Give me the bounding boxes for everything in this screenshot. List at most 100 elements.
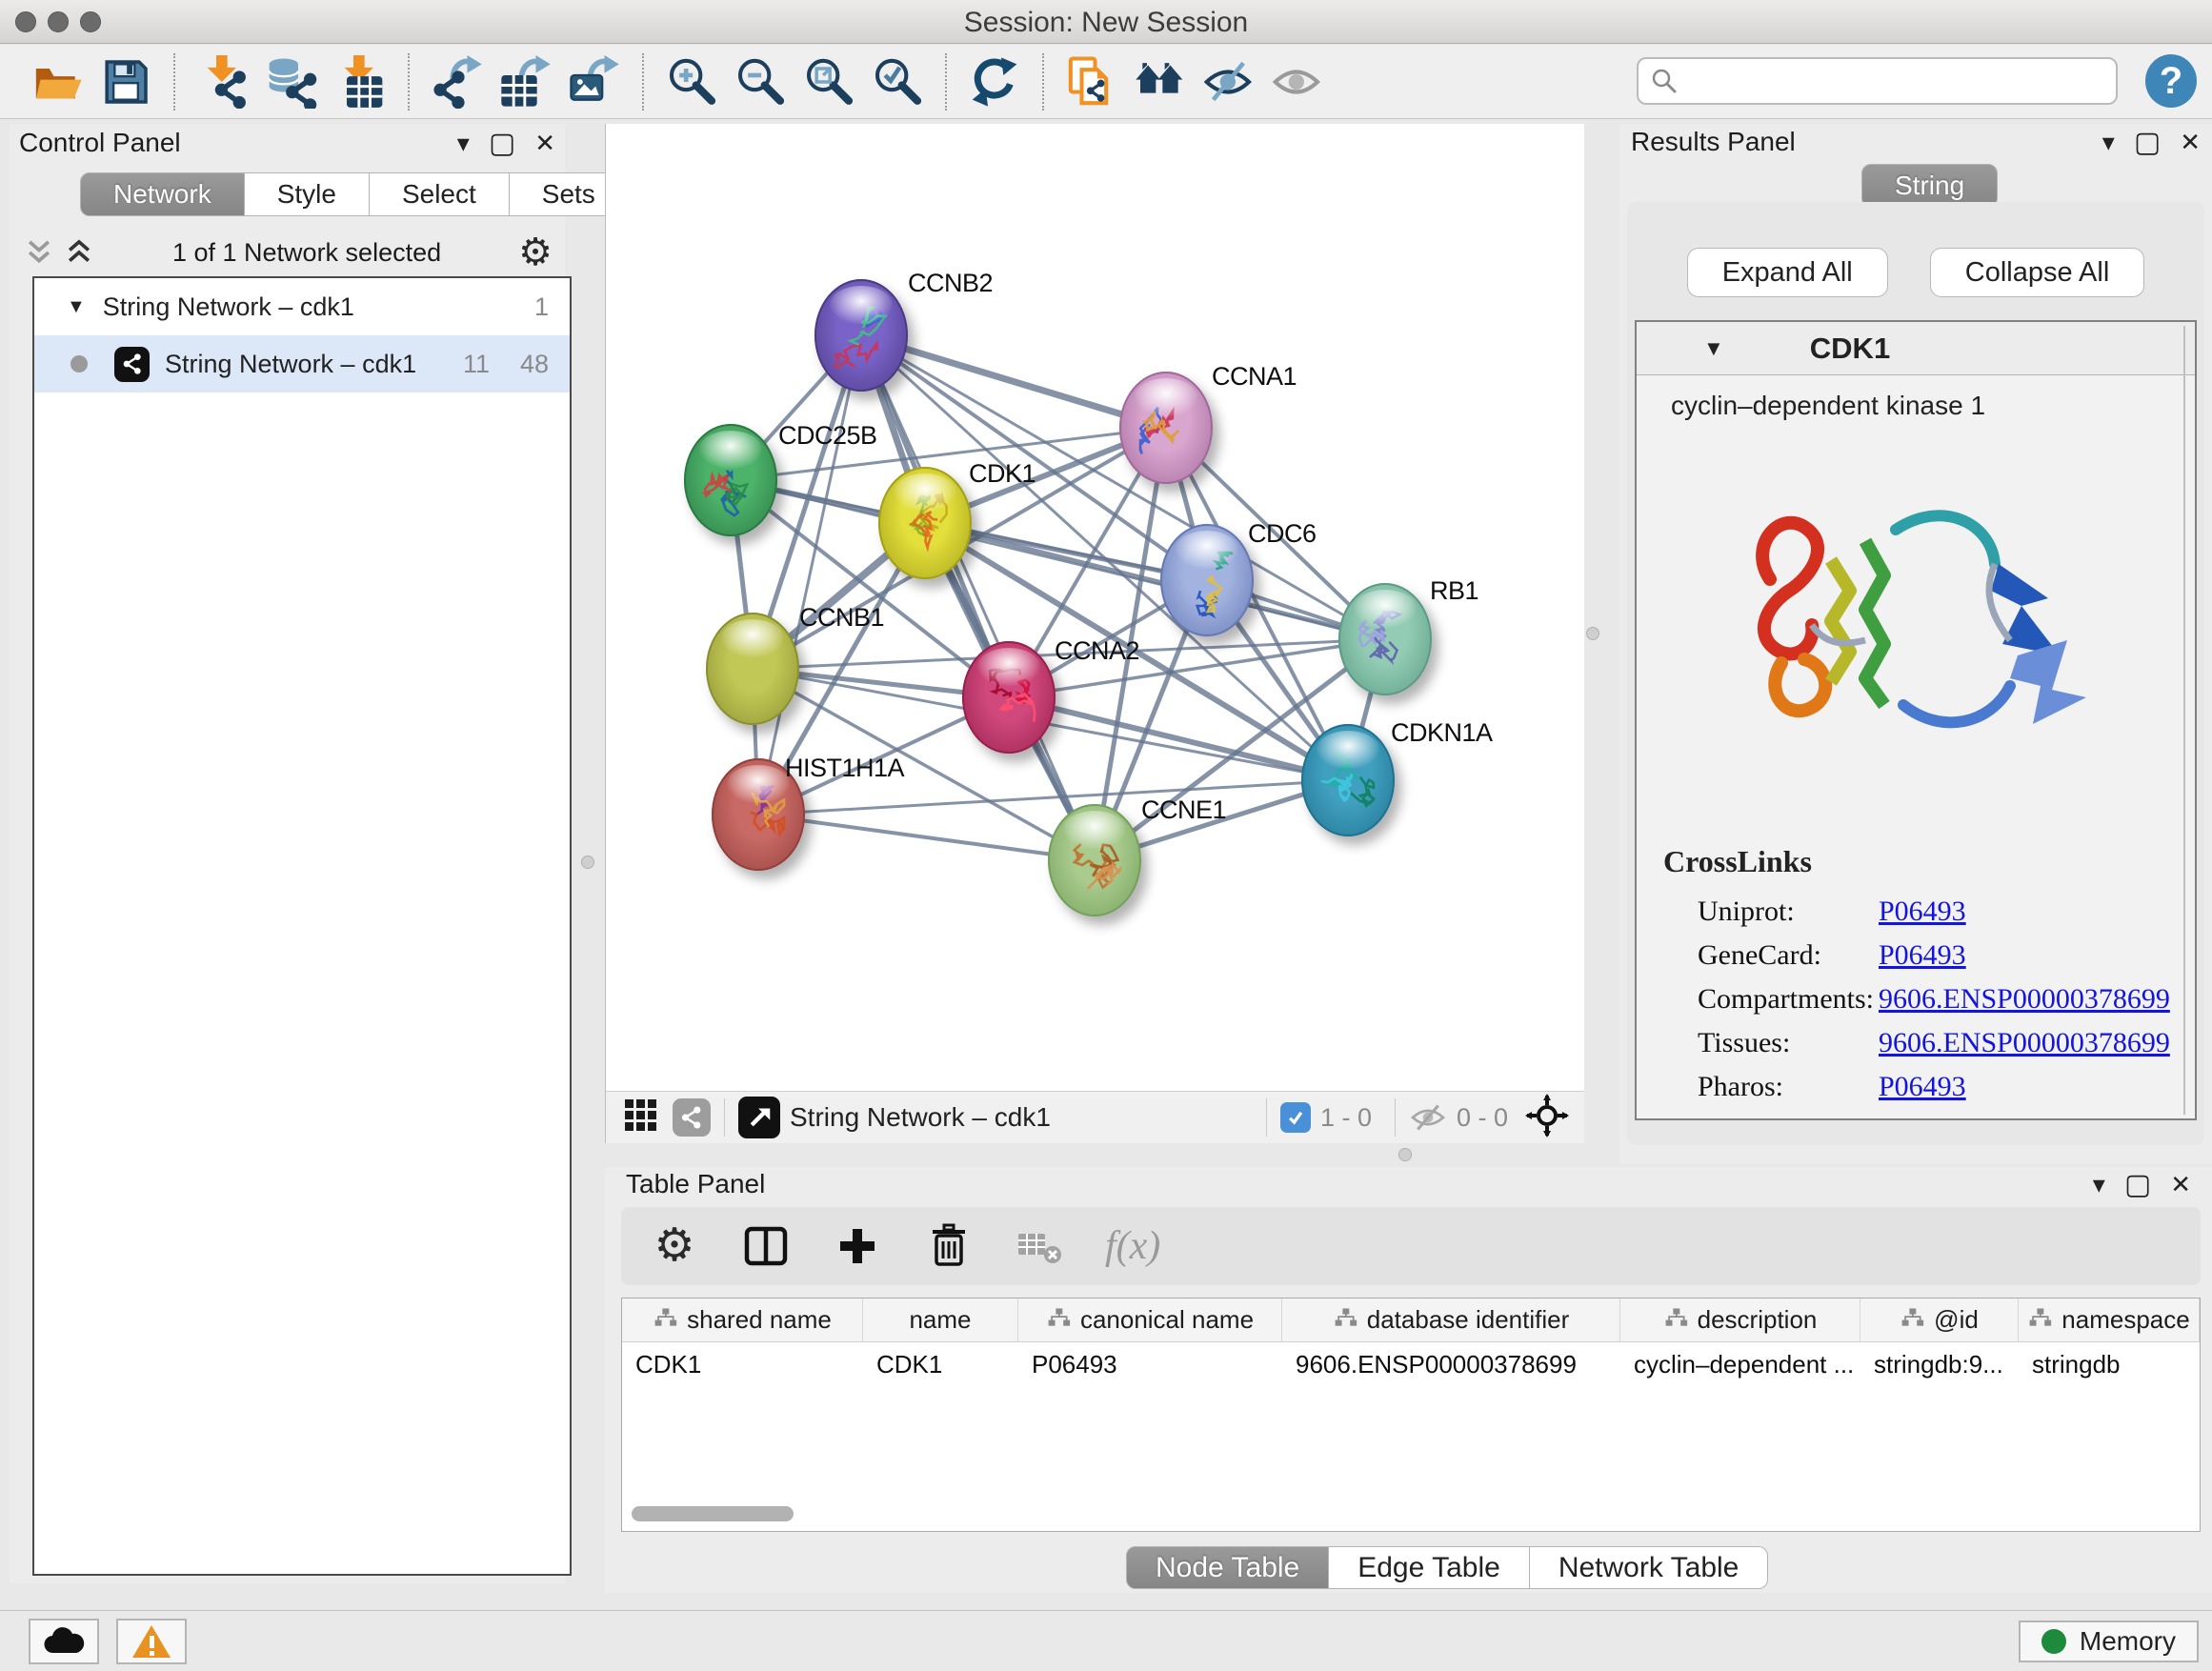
network-node-ccnb1[interactable] — [706, 613, 799, 725]
export-network-icon[interactable] — [423, 51, 492, 112]
close-panel-icon[interactable]: ✕ — [534, 129, 555, 158]
tab-style[interactable]: Style — [245, 172, 370, 216]
zoom-in-icon[interactable] — [657, 51, 726, 112]
tab-edge-table[interactable]: Edge Table — [1329, 1546, 1530, 1589]
expand-all-icon[interactable] — [63, 237, 95, 268]
hide-selected-icon[interactable] — [1195, 51, 1263, 112]
column-header-label: namespace — [2061, 1305, 2189, 1335]
crosslink-link[interactable]: P06493 — [1879, 896, 1966, 928]
string-home-icon[interactable] — [1126, 51, 1195, 112]
grid-view-icon[interactable] — [623, 1097, 659, 1138]
splitter-handle[interactable] — [581, 856, 594, 869]
results-close-icon[interactable]: ✕ — [2180, 128, 2201, 157]
new-network-from-selection-icon[interactable] — [1057, 51, 1126, 112]
crosslink-link[interactable]: 9606.ENSP00000378699 — [1879, 1027, 2170, 1059]
crosslink-label: GeneCard: — [1698, 939, 1879, 972]
column-header-canonical-name[interactable]: canonical name — [1018, 1299, 1282, 1341]
column-header-database-identifier[interactable]: database identifier — [1282, 1299, 1620, 1341]
network-node-cdc6[interactable] — [1160, 524, 1254, 636]
tab-select[interactable]: Select — [370, 172, 510, 216]
network-row-selected[interactable]: String Network – cdk1 11 48 — [34, 335, 570, 393]
network-node-rb1[interactable] — [1338, 583, 1432, 695]
show-columns-icon[interactable] — [739, 1219, 793, 1273]
control-panel: Control Panel ▾ ▢ ✕ NetworkStyleSelectSe… — [10, 124, 565, 1583]
open-session-icon[interactable] — [23, 51, 91, 112]
results-menu-icon[interactable]: ▾ — [2102, 128, 2115, 157]
selected-checkbox-icon[interactable] — [1280, 1102, 1311, 1133]
search-input[interactable] — [1679, 67, 2079, 96]
network-collection-row[interactable]: ▼ String Network – cdk1 1 — [34, 278, 570, 335]
apply-layout-refresh-icon[interactable] — [960, 51, 1029, 112]
table-close-icon[interactable]: ✕ — [2170, 1170, 2191, 1199]
cloud-status-button[interactable] — [29, 1619, 99, 1664]
results-scrollbar[interactable] — [2183, 326, 2185, 1115]
memory-button[interactable]: Memory — [2019, 1621, 2199, 1662]
export-image-icon[interactable] — [560, 51, 629, 112]
import-network-database-icon[interactable] — [257, 51, 326, 112]
delete-column-trash-icon[interactable] — [922, 1219, 975, 1273]
table-panel: Table Panel ▾ ▢ ✕ ⚙ f(x) shared namename… — [605, 1167, 2212, 1593]
help-icon[interactable]: ? — [2145, 54, 2197, 108]
tab-network[interactable]: Network — [80, 172, 245, 216]
hidden-eye-slash-icon[interactable] — [1409, 1102, 1447, 1133]
section-collapse-icon[interactable]: ▼ — [1703, 336, 1724, 361]
collapse-all-icon[interactable] — [23, 237, 55, 268]
crosslink-link[interactable]: 9606.ENSP00000378699 — [1879, 983, 2170, 1016]
crosslink-row: Tissues:9606.ENSP00000378699 — [1698, 1021, 2174, 1065]
delete-table-icon — [1014, 1219, 1067, 1273]
cloud-icon — [42, 1626, 86, 1657]
network-node-ccna1[interactable] — [1119, 372, 1213, 484]
network-node-ccnb2[interactable] — [814, 279, 908, 392]
splitter-handle[interactable] — [1398, 1148, 1412, 1161]
network-node-ccne1[interactable] — [1048, 804, 1141, 916]
expand-all-button[interactable]: Expand All — [1687, 248, 1888, 297]
crosslink-link[interactable]: P06493 — [1879, 1071, 1966, 1103]
column-header-label: canonical name — [1080, 1305, 1254, 1335]
add-column-icon[interactable] — [831, 1219, 884, 1273]
table-settings-gear-icon[interactable]: ⚙ — [648, 1219, 701, 1273]
network-node-cdc25b[interactable] — [684, 424, 777, 536]
import-table-file-icon[interactable] — [326, 51, 394, 112]
network-share-icon[interactable] — [673, 1098, 711, 1137]
table-hscrollbar[interactable] — [632, 1506, 794, 1521]
collapse-all-button[interactable]: Collapse All — [1930, 248, 2145, 297]
table-menu-icon[interactable]: ▾ — [2093, 1170, 2105, 1199]
zoom-out-icon[interactable] — [726, 51, 794, 112]
splitter-handle[interactable] — [1586, 627, 1599, 640]
column-header-description[interactable]: description — [1620, 1299, 1860, 1341]
table-row[interactable]: CDK1CDK1P064939606.ENSP00000378699cyclin… — [622, 1342, 2200, 1386]
crosslink-label: Tissues: — [1698, 1027, 1879, 1059]
import-network-file-icon[interactable] — [189, 51, 257, 112]
column-header--id[interactable]: @id — [1860, 1299, 2019, 1341]
save-session-icon[interactable] — [91, 51, 160, 112]
network-node-cdk1[interactable] — [878, 467, 972, 579]
zoom-fit-icon[interactable] — [794, 51, 863, 112]
panel-menu-icon[interactable]: ▾ — [457, 129, 470, 158]
network-options-gear-icon[interactable]: ⚙ — [518, 233, 553, 272]
network-edges[interactable] — [606, 124, 1584, 1091]
results-float-icon[interactable]: ▢ — [2134, 126, 2161, 159]
control-panel-title: Control Panel — [19, 128, 181, 158]
gene-section-header[interactable]: ▼ CDK1 — [1637, 322, 2195, 375]
show-hidden-icon[interactable] — [1263, 51, 1332, 112]
collection-expand-icon[interactable]: ▼ — [67, 296, 86, 318]
column-header-shared-name[interactable]: shared name — [622, 1299, 863, 1341]
column-header-name[interactable]: name — [863, 1299, 1018, 1341]
crosslink-link[interactable]: P06493 — [1879, 939, 1966, 972]
selected-count: 1 - 0 — [1320, 1103, 1372, 1133]
column-header-namespace[interactable]: namespace — [2019, 1299, 2200, 1341]
warning-status-button[interactable] — [116, 1619, 187, 1664]
open-in-window-icon[interactable] — [738, 1097, 780, 1138]
network-node-cdkn1a[interactable] — [1301, 724, 1395, 836]
network-canvas[interactable]: CCNB2CCNA1CDC25BCDK1CDC6RB1CCNB1CCNA2CDK… — [606, 124, 1584, 1091]
zoom-selected-icon[interactable] — [863, 51, 932, 112]
search-box[interactable] — [1637, 57, 2118, 105]
tab-node-table[interactable]: Node Table — [1126, 1546, 1329, 1589]
network-node-ccna2[interactable] — [962, 641, 1056, 754]
float-panel-icon[interactable]: ▢ — [489, 127, 515, 160]
table-float-icon[interactable]: ▢ — [2124, 1168, 2151, 1201]
export-table-icon[interactable] — [492, 51, 560, 112]
birdseye-crosshair-icon[interactable] — [1525, 1094, 1569, 1142]
tab-network-table[interactable]: Network Table — [1530, 1546, 1769, 1589]
node-label-ccnb2: CCNB2 — [908, 269, 993, 298]
